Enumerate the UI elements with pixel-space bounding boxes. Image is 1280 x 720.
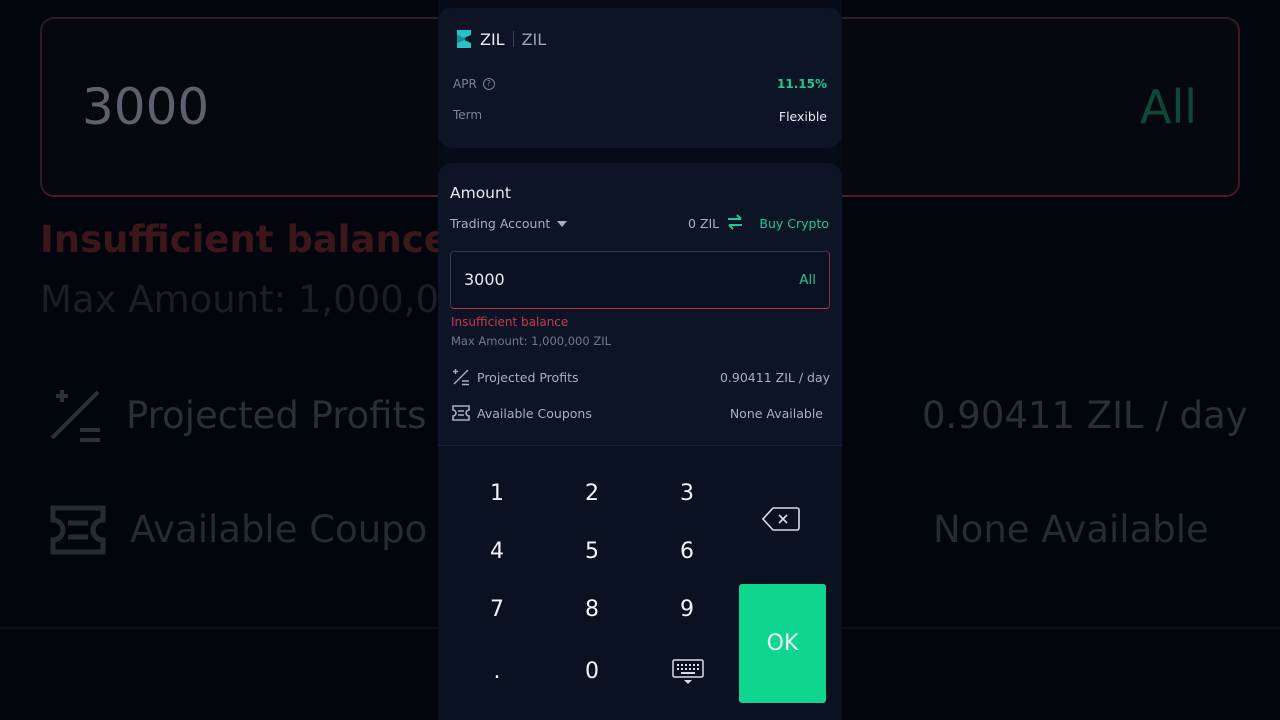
key-8[interactable]: 8 (552, 584, 632, 634)
error-message: Insufficient balance (451, 315, 569, 329)
apr-label: APR ? (453, 77, 495, 91)
key-6[interactable]: 6 (647, 526, 727, 576)
bg-plus-minus-icon (50, 390, 100, 442)
ok-button[interactable]: OK (739, 584, 826, 703)
apr-value: 11.15% (777, 77, 827, 91)
key-0[interactable]: 0 (552, 646, 632, 696)
bg-max-text: Max Amount: 1,000,0 (40, 278, 440, 321)
amount-input[interactable]: 3000 All (450, 251, 830, 309)
key-9[interactable]: 9 (647, 584, 727, 634)
key-5[interactable]: 5 (552, 526, 632, 576)
key-decimal[interactable]: . (457, 646, 537, 696)
projected-profits-label: Projected Profits (477, 370, 579, 385)
plus-minus-icon (453, 369, 469, 386)
coin-sub-name: ZIL (521, 29, 547, 49)
product-card: ZIL ZIL APR ? 11.15% Term Flexible (438, 8, 842, 148)
max-amount-text: Max Amount: 1,000,000 ZIL (451, 334, 612, 348)
caret-down-icon (557, 220, 568, 227)
amount-card: Amount Trading Account 0 ZIL Buy Crypto … (438, 163, 842, 453)
projected-profits-row: Projected Profits 0.90411 ZIL / day (452, 368, 830, 388)
coin-separator (512, 31, 514, 47)
term-label: Term (453, 108, 483, 122)
bg-coupon-label: Available Coupo (130, 508, 428, 551)
key-1[interactable]: 1 (457, 468, 537, 518)
bg-profit-label: Projected Profits (126, 394, 427, 437)
bg-error-text: Insufficient balance (40, 218, 449, 261)
term-value: Flexible (778, 109, 827, 124)
account-label: Trading Account (450, 216, 551, 231)
bg-amount-value: 3000 (82, 78, 210, 136)
available-coupons-label: Available Coupons (477, 406, 592, 421)
available-coupons-row[interactable]: Available Coupons None Available (452, 404, 830, 424)
apr-label-text: APR (453, 77, 477, 91)
key-3[interactable]: 3 (647, 468, 727, 518)
coin-name: ZIL (480, 29, 505, 49)
amount-title: Amount (450, 184, 511, 202)
transfer-arrows-icon[interactable] (727, 214, 743, 230)
account-selector[interactable]: Trading Account (450, 216, 568, 231)
projected-profits-value: 0.90411 ZIL / day (719, 370, 830, 385)
backspace-icon[interactable] (760, 504, 804, 534)
key-2[interactable]: 2 (552, 468, 632, 518)
phone-screen: ZIL ZIL APR ? 11.15% Term Flexible Amoun… (438, 0, 842, 720)
help-question-icon[interactable]: ? (482, 78, 495, 90)
bg-all-label: All (1140, 80, 1198, 134)
key-7[interactable]: 7 (457, 584, 537, 634)
keyboard-hide-icon[interactable] (668, 658, 708, 686)
buy-crypto-link[interactable]: Buy Crypto (759, 216, 829, 231)
bg-coupon-icon (50, 505, 106, 555)
bg-profit-value: 0.90411 ZIL / day (922, 394, 1248, 437)
all-button[interactable]: All (799, 272, 816, 288)
available-coupons-value: None Available (729, 406, 823, 421)
numeric-keypad: 1 2 3 4 5 6 7 8 9 . 0 OK (438, 445, 842, 720)
coupon-icon (452, 405, 470, 421)
bg-coupon-value: None Available (933, 508, 1209, 551)
key-4[interactable]: 4 (457, 526, 537, 576)
zilliqa-logo-icon (457, 30, 471, 48)
coin-header: ZIL ZIL (454, 28, 546, 50)
available-balance: 0 ZIL (688, 216, 720, 231)
amount-input-value: 3000 (464, 270, 505, 289)
